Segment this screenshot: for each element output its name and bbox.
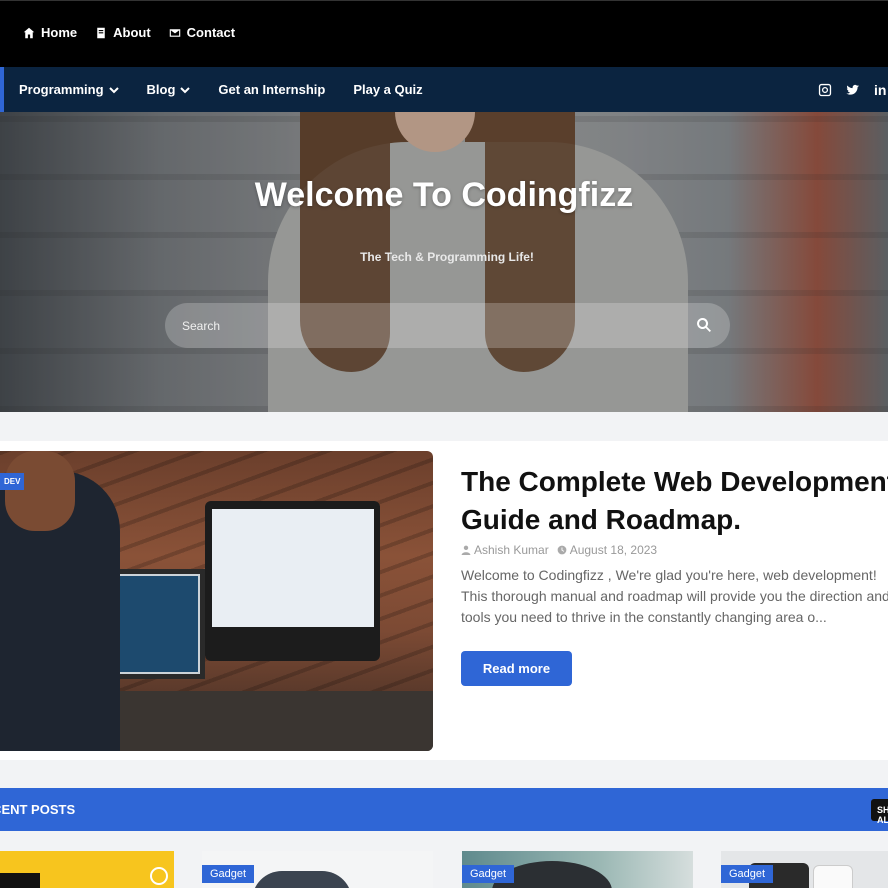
read-more-button[interactable]: Read more xyxy=(461,651,572,686)
top-link-home[interactable]: Home xyxy=(23,25,77,40)
hero-title: Welcome To Codingfizz xyxy=(254,176,634,214)
search-button[interactable] xyxy=(696,317,712,333)
card-category[interactable]: Gadget xyxy=(462,865,515,883)
post-author: Ashish Kumar xyxy=(461,543,549,557)
menu-item-blog[interactable]: Blog xyxy=(147,82,191,97)
recent-card[interactable] xyxy=(0,851,174,888)
search-box xyxy=(165,303,730,348)
top-bar: Home About Contact xyxy=(0,0,888,67)
search-input[interactable] xyxy=(165,303,665,348)
card-category[interactable]: Gadget xyxy=(721,865,774,883)
envelope-icon xyxy=(169,28,180,37)
hero-tagline: The Tech & Programming Life! xyxy=(360,250,534,264)
category-badge[interactable]: DEV xyxy=(0,473,25,490)
post-date: August 18, 2023 xyxy=(557,543,657,557)
top-nav: Home About Contact xyxy=(23,25,235,40)
menu-item-internship[interactable]: Get an Internship xyxy=(218,82,325,97)
date-text: August 18, 2023 xyxy=(569,543,658,557)
hero-banner: Welcome To Codingfizz The Tech & Program… xyxy=(0,112,888,412)
social-links: in xyxy=(818,67,888,112)
chevron-down-icon xyxy=(108,86,119,93)
top-link-about[interactable]: About xyxy=(95,25,151,40)
recent-card[interactable]: Gadget xyxy=(462,851,693,888)
card-category[interactable]: Gadget xyxy=(202,865,255,883)
menu-item-quiz[interactable]: Play a Quiz xyxy=(353,82,422,97)
main-menu: Programming Blog Get an Internship Play … xyxy=(19,67,451,112)
featured-post: DEV The Complete Web Development Guide a… xyxy=(0,441,888,760)
show-all-button[interactable]: SHOW ALL xyxy=(871,799,888,825)
featured-image[interactable]: DEV xyxy=(0,451,433,751)
top-link-contact-label: Contact xyxy=(186,25,236,40)
post-meta: Ashish Kumar August 18, 2023 xyxy=(461,543,657,557)
menu-item-quiz-label: Play a Quiz xyxy=(353,82,423,97)
recent-card[interactable]: Gadget xyxy=(202,851,433,888)
menu-item-blog-label: Blog xyxy=(146,82,176,97)
instagram-icon[interactable] xyxy=(818,83,832,97)
linkedin-icon[interactable]: in xyxy=(874,82,888,98)
featured-title[interactable]: The Complete Web Development Guide and R… xyxy=(461,463,888,539)
search-icon xyxy=(697,317,711,332)
author-name: Ashish Kumar xyxy=(474,543,549,557)
menu-item-internship-label: Get an Internship xyxy=(218,82,326,97)
twitter-icon[interactable] xyxy=(846,83,860,97)
main-nav: Programming Blog Get an Internship Play … xyxy=(0,67,888,112)
top-link-home-label: Home xyxy=(41,25,78,40)
menu-item-programming[interactable]: Programming xyxy=(19,82,119,97)
recent-posts-title: RECENT POSTS xyxy=(0,802,76,817)
recent-posts-header: RECENT POSTS SHOW ALL xyxy=(0,788,888,831)
book-icon xyxy=(97,27,105,38)
menu-item-programming-label: Programming xyxy=(19,82,104,97)
home-icon xyxy=(23,27,35,38)
clock-icon xyxy=(557,545,567,555)
chevron-down-icon xyxy=(180,86,191,93)
featured-excerpt: Welcome to Codingfizz , We're glad you'r… xyxy=(461,567,888,625)
recent-card[interactable]: Gadget xyxy=(721,851,888,888)
top-link-about-label: About xyxy=(113,25,151,40)
top-link-contact[interactable]: Contact xyxy=(169,25,235,40)
user-icon xyxy=(461,545,471,555)
